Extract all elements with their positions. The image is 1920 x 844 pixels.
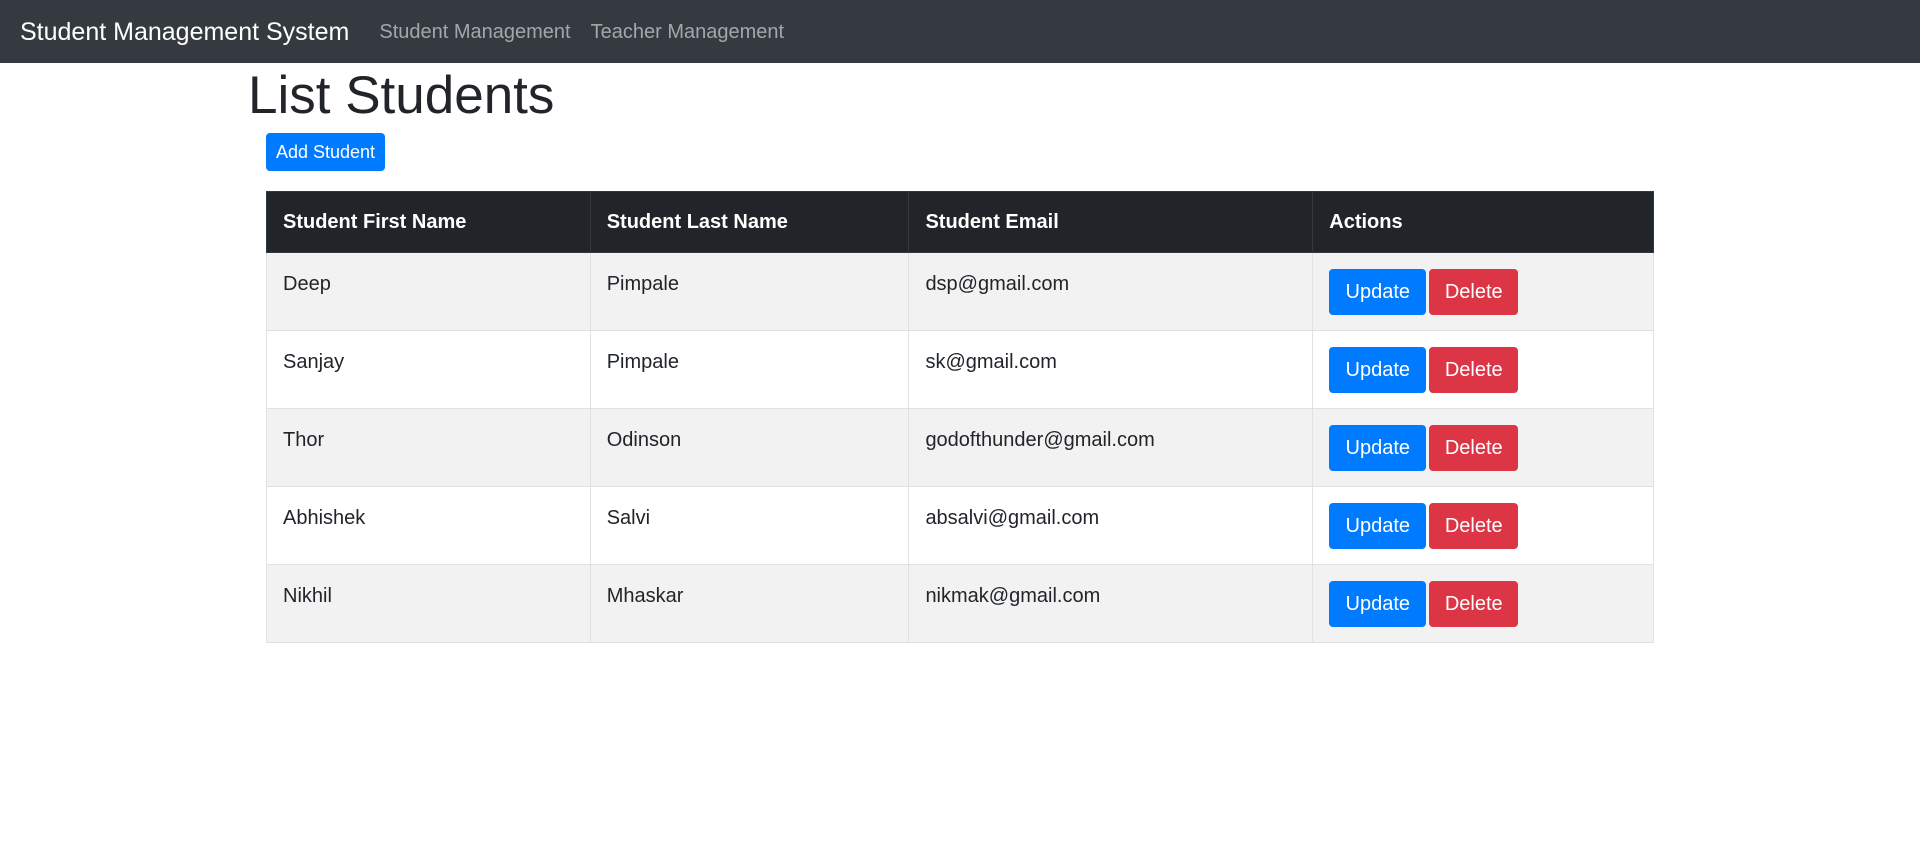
cell-email: nikmak@gmail.com (908, 564, 1314, 643)
cell-first-name: Deep (266, 252, 591, 331)
cell-last-name: Odinson (589, 408, 910, 487)
students-table: Student First Name Student Last Name Stu… (266, 191, 1654, 643)
cell-first-name: Abhishek (266, 486, 591, 565)
cell-last-name: Salvi (589, 486, 910, 565)
cell-actions: Update Delete (1312, 486, 1654, 565)
cell-email: sk@gmail.com (908, 330, 1314, 409)
top-navbar: Student Management System Student Manage… (0, 0, 1920, 63)
cell-actions: Update Delete (1312, 408, 1654, 487)
page-title: List Students (248, 66, 555, 125)
table-row: Nikhil Mhaskar nikmak@gmail.com Update De… (266, 564, 1654, 643)
table-row: Sanjay Pimpale sk@gmail.com Update Delete (266, 330, 1654, 409)
delete-button[interactable]: Delete (1429, 503, 1519, 549)
header-first-name: Student First Name (266, 191, 591, 253)
navbar-brand[interactable]: Student Management System (20, 17, 349, 47)
delete-button[interactable]: Delete (1429, 425, 1519, 471)
header-last-name: Student Last Name (589, 191, 910, 253)
nav-link-teacher-management[interactable]: Teacher Management (591, 20, 784, 44)
cell-first-name: Nikhil (266, 564, 591, 643)
update-button[interactable]: Update (1329, 269, 1427, 315)
cell-first-name: Sanjay (266, 330, 591, 409)
table-row: Thor Odinson godofthunder@gmail.com Upda… (266, 408, 1654, 487)
update-button[interactable]: Update (1329, 347, 1427, 393)
delete-button[interactable]: Delete (1429, 581, 1519, 627)
cell-last-name: Pimpale (589, 252, 910, 331)
table-row: Deep Pimpale dsp@gmail.com Update Delete (266, 252, 1654, 331)
cell-last-name: Pimpale (589, 330, 910, 409)
nav-link-student-management[interactable]: Student Management (379, 20, 570, 44)
update-button[interactable]: Update (1329, 581, 1427, 627)
cell-actions: Update Delete (1312, 564, 1654, 643)
cell-first-name: Thor (266, 408, 591, 487)
cell-last-name: Mhaskar (589, 564, 910, 643)
cell-email: dsp@gmail.com (908, 252, 1314, 331)
table-header-row: Student First Name Student Last Name Stu… (266, 191, 1654, 253)
delete-button[interactable]: Delete (1429, 347, 1519, 393)
delete-button[interactable]: Delete (1429, 269, 1519, 315)
cell-actions: Update Delete (1312, 252, 1654, 331)
table-row: Abhishek Salvi absalvi@gmail.com Update D… (266, 486, 1654, 565)
update-button[interactable]: Update (1329, 425, 1427, 471)
cell-actions: Update Delete (1312, 330, 1654, 409)
add-student-button[interactable]: Add Student (266, 133, 385, 171)
cell-email: absalvi@gmail.com (908, 486, 1314, 565)
cell-email: godofthunder@gmail.com (908, 408, 1314, 487)
header-email: Student Email (908, 191, 1314, 253)
header-actions: Actions (1312, 191, 1654, 253)
update-button[interactable]: Update (1329, 503, 1427, 549)
